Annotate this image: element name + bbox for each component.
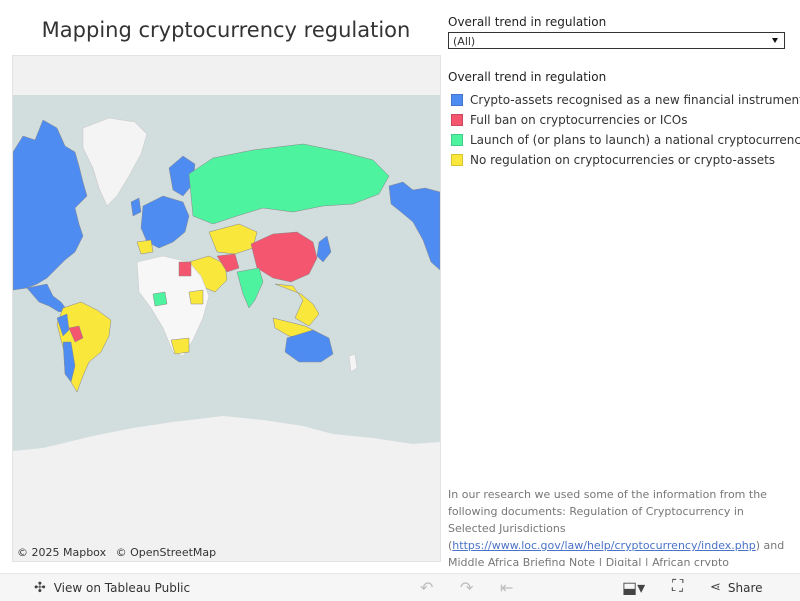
legend-swatch [451, 94, 463, 106]
tableau-logo-icon: ✣ [34, 580, 46, 596]
legend-label: No regulation on cryptocurrencies or cry… [470, 153, 776, 167]
legend-swatch [451, 154, 463, 166]
legend-label: Full ban on cryptocurrencies or ICOs [470, 113, 688, 127]
legend: Crypto-assets recognised as a new financ… [451, 90, 800, 170]
legend-label: Launch of (or plans to launch) a nationa… [470, 133, 800, 147]
view-on-tableau-public-button[interactable]: ✣ View on Tableau Public [34, 580, 190, 596]
share-label: Share [727, 580, 763, 595]
region-nigeria[interactable] [152, 291, 168, 307]
legend-swatch [451, 134, 463, 146]
region-ethiopia[interactable] [188, 289, 204, 305]
tableau-toolbar: ✣ View on Tableau Public ↶ ↷ ⇤ ⬓▾ ⛶ ⋖ Sh… [0, 573, 800, 601]
chevron-down-icon[interactable] [772, 38, 778, 43]
sources-note: In our research we used some of the info… [448, 486, 788, 566]
revert-icon[interactable]: ⇤ [500, 578, 513, 598]
undo-icon[interactable]: ↶ [420, 578, 433, 598]
page-title: Mapping cryptocurrency regulation [41, 18, 411, 42]
legend-item[interactable]: Crypto-assets recognised as a new financ… [451, 90, 800, 110]
filter-label: Overall trend in regulation [448, 15, 607, 29]
legend-swatch [451, 114, 463, 126]
map-attribution: © 2025 Mapbox © OpenStreetMap [17, 546, 222, 559]
regulation-filter-dropdown[interactable]: (All) [448, 32, 785, 49]
redo-icon[interactable]: ↷ [460, 578, 473, 598]
loc-gov-link[interactable]: https://www.loc.gov/law/help/cryptocurre… [452, 539, 755, 552]
legend-item[interactable]: No regulation on cryptocurrencies or cry… [451, 150, 800, 170]
legend-item[interactable]: Launch of (or plans to launch) a nationa… [451, 130, 800, 150]
fullscreen-icon[interactable]: ⛶ [672, 578, 683, 596]
download-icon[interactable]: ⬓▾ [622, 578, 645, 598]
mapbox-attribution[interactable]: © 2025 Mapbox [17, 546, 106, 559]
osm-attribution[interactable]: © OpenStreetMap [116, 546, 217, 559]
filter-value: (All) [453, 35, 476, 48]
share-icon: ⋖ [710, 580, 721, 595]
map-canvas[interactable] [13, 56, 440, 561]
world-map[interactable]: © 2025 Mapbox © OpenStreetMap [12, 55, 441, 562]
share-button[interactable]: ⋖ Share [710, 580, 763, 595]
legend-title: Overall trend in regulation [448, 70, 607, 84]
region-egypt[interactable] [178, 261, 192, 277]
legend-item[interactable]: Full ban on cryptocurrencies or ICOs [451, 110, 800, 130]
legend-label: Crypto-assets recognised as a new financ… [470, 93, 800, 107]
view-on-tableau-label: View on Tableau Public [53, 581, 191, 595]
